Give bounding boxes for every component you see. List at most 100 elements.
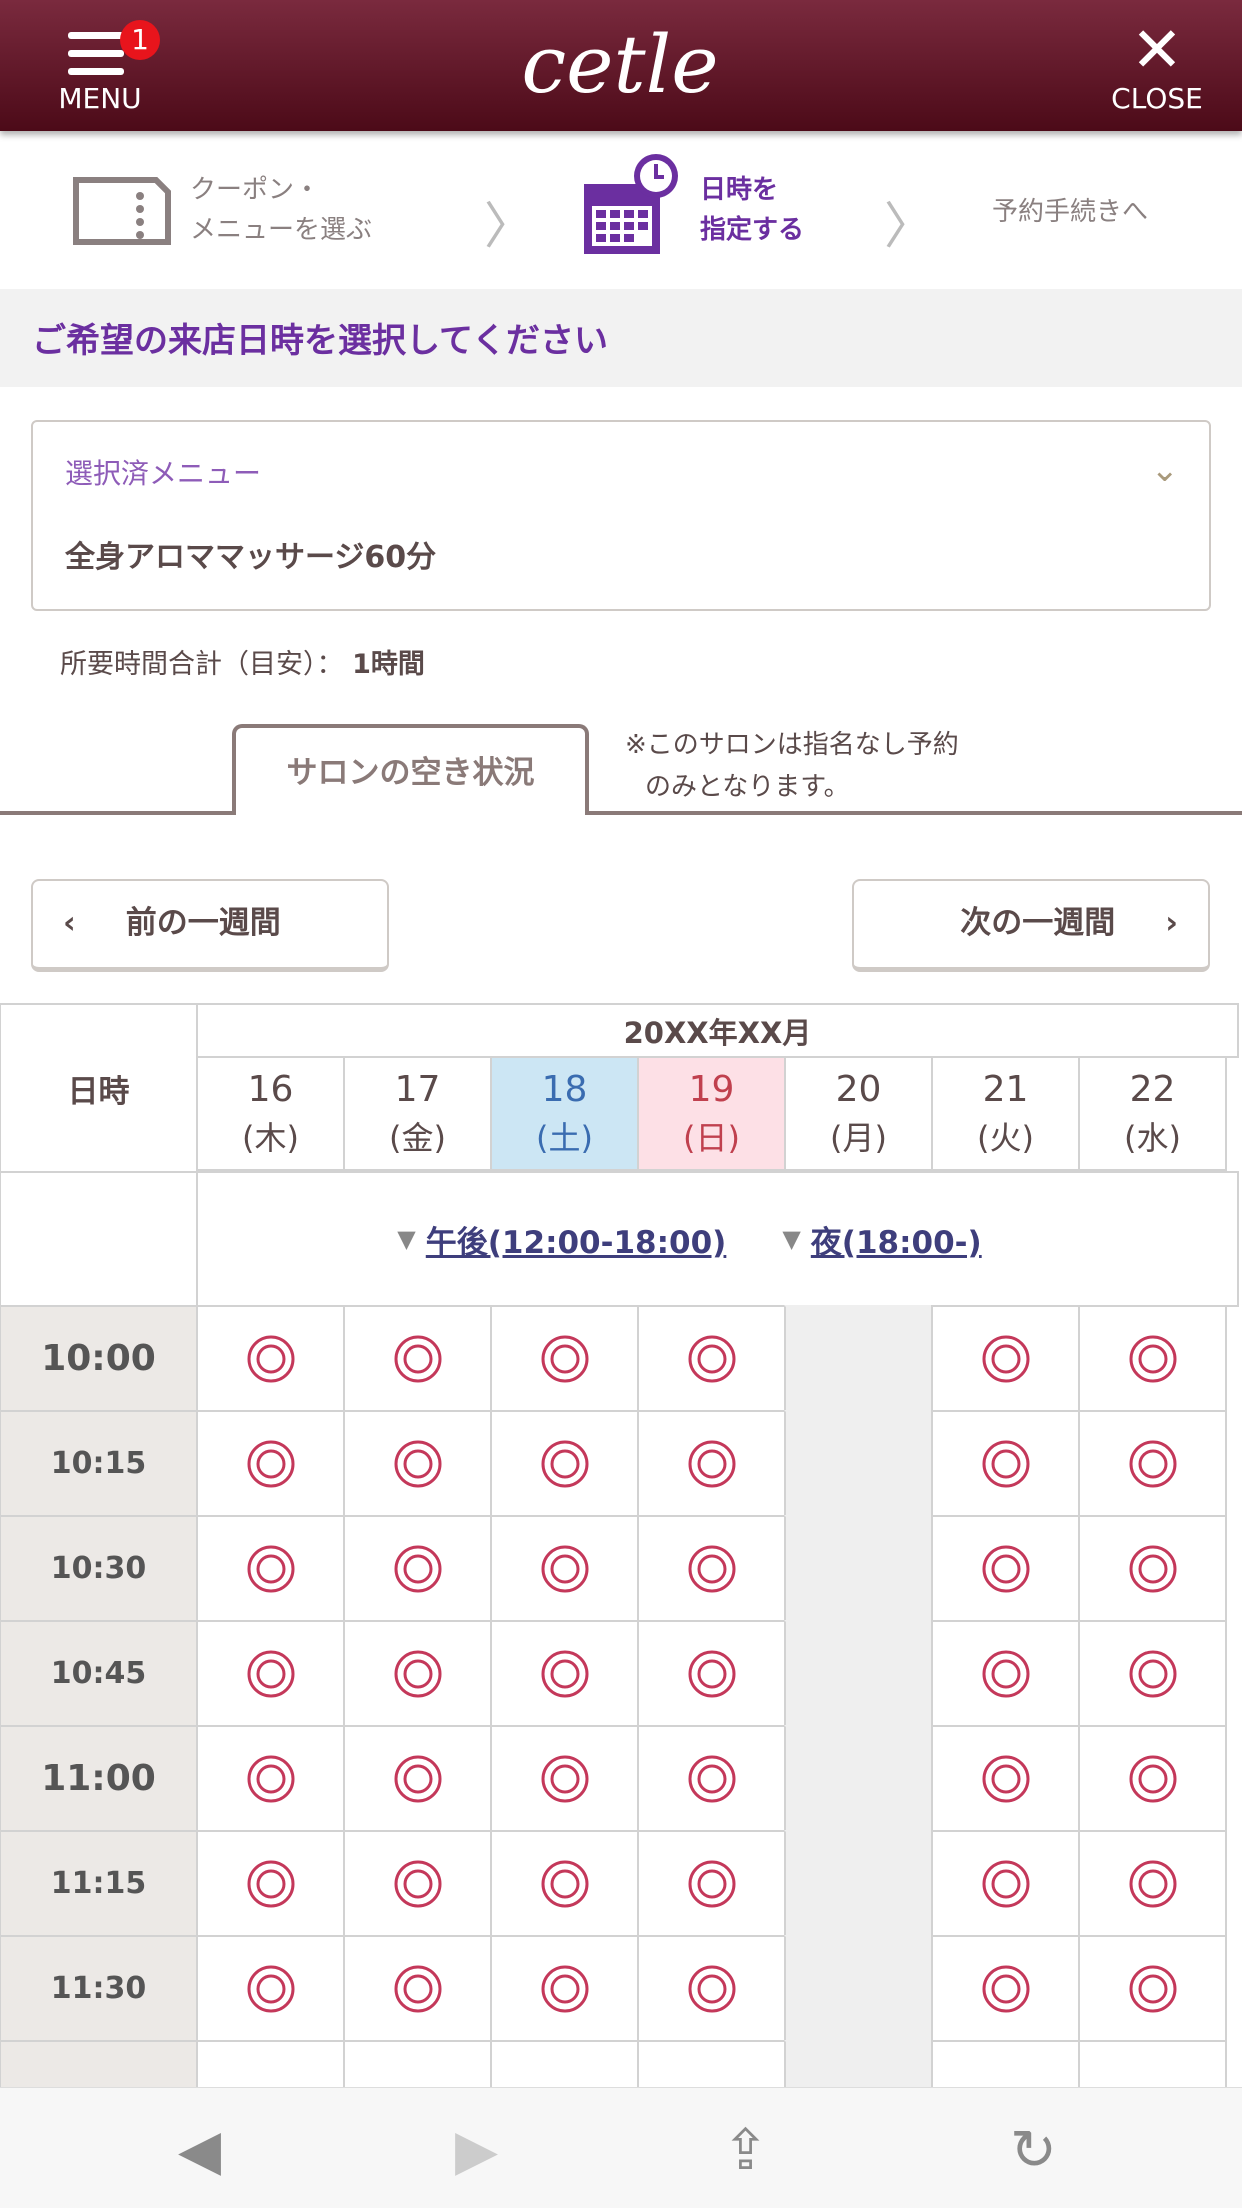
available-slot[interactable]	[196, 1725, 345, 1832]
double-circle-icon	[540, 1649, 590, 1699]
available-slot[interactable]	[1078, 1935, 1227, 2042]
tab-salon-availability[interactable]: サロンの空き状況	[232, 724, 589, 815]
forward-icon[interactable]: ▶	[455, 2118, 498, 2183]
available-slot[interactable]	[196, 1935, 345, 2042]
notification-badge: 1	[120, 20, 160, 60]
available-slot[interactable]	[490, 1620, 639, 1727]
available-slot[interactable]	[1078, 1620, 1227, 1727]
double-circle-icon	[1128, 1544, 1178, 1594]
available-slot[interactable]	[490, 1410, 639, 1517]
available-slot[interactable]	[931, 1620, 1080, 1727]
available-slot[interactable]	[343, 1830, 492, 1937]
available-slot[interactable]	[931, 1410, 1080, 1517]
available-slot[interactable]	[343, 1515, 492, 1622]
available-slot[interactable]	[490, 1305, 639, 1412]
available-slot[interactable]	[637, 1410, 786, 1517]
available-slot[interactable]	[490, 1515, 639, 1622]
double-circle-icon	[1128, 1754, 1178, 1804]
available-slot[interactable]	[637, 1935, 786, 2042]
menu-label: MENU	[58, 82, 142, 115]
closed-slot	[784, 1305, 933, 1412]
chevron-right-icon: ›	[1165, 905, 1178, 941]
available-slot[interactable]	[931, 1830, 1080, 1937]
double-circle-icon	[393, 1544, 443, 1594]
step-coupon-menu: クーポン・ メニューを選ぶ	[190, 175, 373, 245]
double-circle-icon	[1128, 1859, 1178, 1909]
selected-menu-dropdown[interactable]: 選択済メニュー 全身アロママッサージ60分 ⌄	[31, 420, 1211, 611]
available-slot[interactable]	[1078, 1305, 1227, 1412]
available-slot[interactable]	[637, 1515, 786, 1622]
available-slot[interactable]	[931, 1935, 1080, 2042]
nomination-note: ※このサロンは指名なし予約 のみとなります。	[625, 730, 959, 802]
double-circle-icon	[246, 1964, 296, 2014]
available-slot[interactable]	[196, 1620, 345, 1727]
chevron-right-icon: 〉	[484, 197, 534, 255]
double-circle-icon	[981, 1964, 1031, 2014]
next-week-button[interactable]: 次の一週間 ›	[852, 879, 1210, 972]
blank-cell	[0, 1171, 198, 1307]
double-circle-icon	[393, 1334, 443, 1384]
time-label: 11:15	[0, 1830, 198, 1937]
double-circle-icon	[540, 1544, 590, 1594]
available-slot[interactable]	[637, 1305, 786, 1412]
double-circle-icon	[393, 1754, 443, 1804]
calendar-clock-icon	[584, 154, 678, 254]
menu-button[interactable]: 1 MENU	[40, 20, 160, 120]
day-header: 22 (水)	[1078, 1056, 1227, 1171]
available-slot[interactable]	[637, 1725, 786, 1832]
time-range-link[interactable]: 夜(18:00-)	[811, 1217, 982, 1262]
available-slot[interactable]	[931, 1725, 1080, 1832]
share-icon[interactable]: ⇪	[722, 2118, 769, 2183]
available-slot[interactable]	[490, 1935, 639, 2042]
double-circle-icon	[981, 1754, 1031, 1804]
available-slot[interactable]	[490, 1725, 639, 1832]
double-circle-icon	[687, 1649, 737, 1699]
double-circle-icon	[687, 1964, 737, 2014]
double-circle-icon	[540, 1439, 590, 1489]
double-circle-icon	[1128, 1964, 1178, 2014]
back-icon[interactable]: ◀	[178, 2118, 221, 2183]
duration-value: 1時間	[352, 649, 425, 680]
triangle-down-icon: ▼	[782, 1225, 801, 1253]
double-circle-icon	[246, 1439, 296, 1489]
available-slot[interactable]	[1078, 1725, 1227, 1832]
available-slot[interactable]	[196, 1305, 345, 1412]
available-slot[interactable]	[637, 1620, 786, 1727]
available-slot[interactable]	[1078, 1410, 1227, 1517]
close-button[interactable]: ✕ CLOSE	[1102, 19, 1212, 120]
available-slot[interactable]	[1078, 1515, 1227, 1622]
coupon-icon	[73, 177, 171, 245]
available-slot[interactable]	[637, 1830, 786, 1937]
time-slot-row: 11:30	[0, 1935, 1242, 2042]
available-slot[interactable]	[1078, 1830, 1227, 1937]
selected-menu-value: 全身アロママッサージ60分	[65, 540, 437, 575]
logo[interactable]: cetle	[480, 20, 760, 115]
tab-divider	[0, 811, 1242, 815]
day-header: 19 (日)	[637, 1056, 786, 1171]
available-slot[interactable]	[196, 1830, 345, 1937]
available-slot[interactable]	[931, 1305, 1080, 1412]
time-label: 10:30	[0, 1515, 198, 1622]
available-slot[interactable]	[490, 1830, 639, 1937]
available-slot[interactable]	[196, 1515, 345, 1622]
available-slot[interactable]	[196, 1410, 345, 1517]
day-header: 20 (月)	[784, 1056, 933, 1171]
prev-week-button[interactable]: ‹ 前の一週間	[31, 879, 389, 972]
reload-icon[interactable]: ↻	[1010, 2118, 1057, 2183]
available-slot[interactable]	[343, 1935, 492, 2042]
time-range-link[interactable]: 午後(12:00-18:00)	[426, 1217, 727, 1262]
double-circle-icon	[540, 1334, 590, 1384]
available-slot[interactable]	[343, 1725, 492, 1832]
available-slot[interactable]	[343, 1410, 492, 1517]
corner-header: 日時	[0, 1003, 198, 1173]
double-circle-icon	[393, 1649, 443, 1699]
time-label: 11:30	[0, 1935, 198, 2042]
day-header: 16 (木)	[196, 1056, 345, 1171]
double-circle-icon	[393, 1439, 443, 1489]
double-circle-icon	[393, 1859, 443, 1909]
available-slot[interactable]	[343, 1305, 492, 1412]
browser-toolbar: ◀ ▶ ⇪ ↻	[0, 2087, 1242, 2208]
available-slot[interactable]	[343, 1620, 492, 1727]
available-slot[interactable]	[931, 1515, 1080, 1622]
double-circle-icon	[246, 1649, 296, 1699]
